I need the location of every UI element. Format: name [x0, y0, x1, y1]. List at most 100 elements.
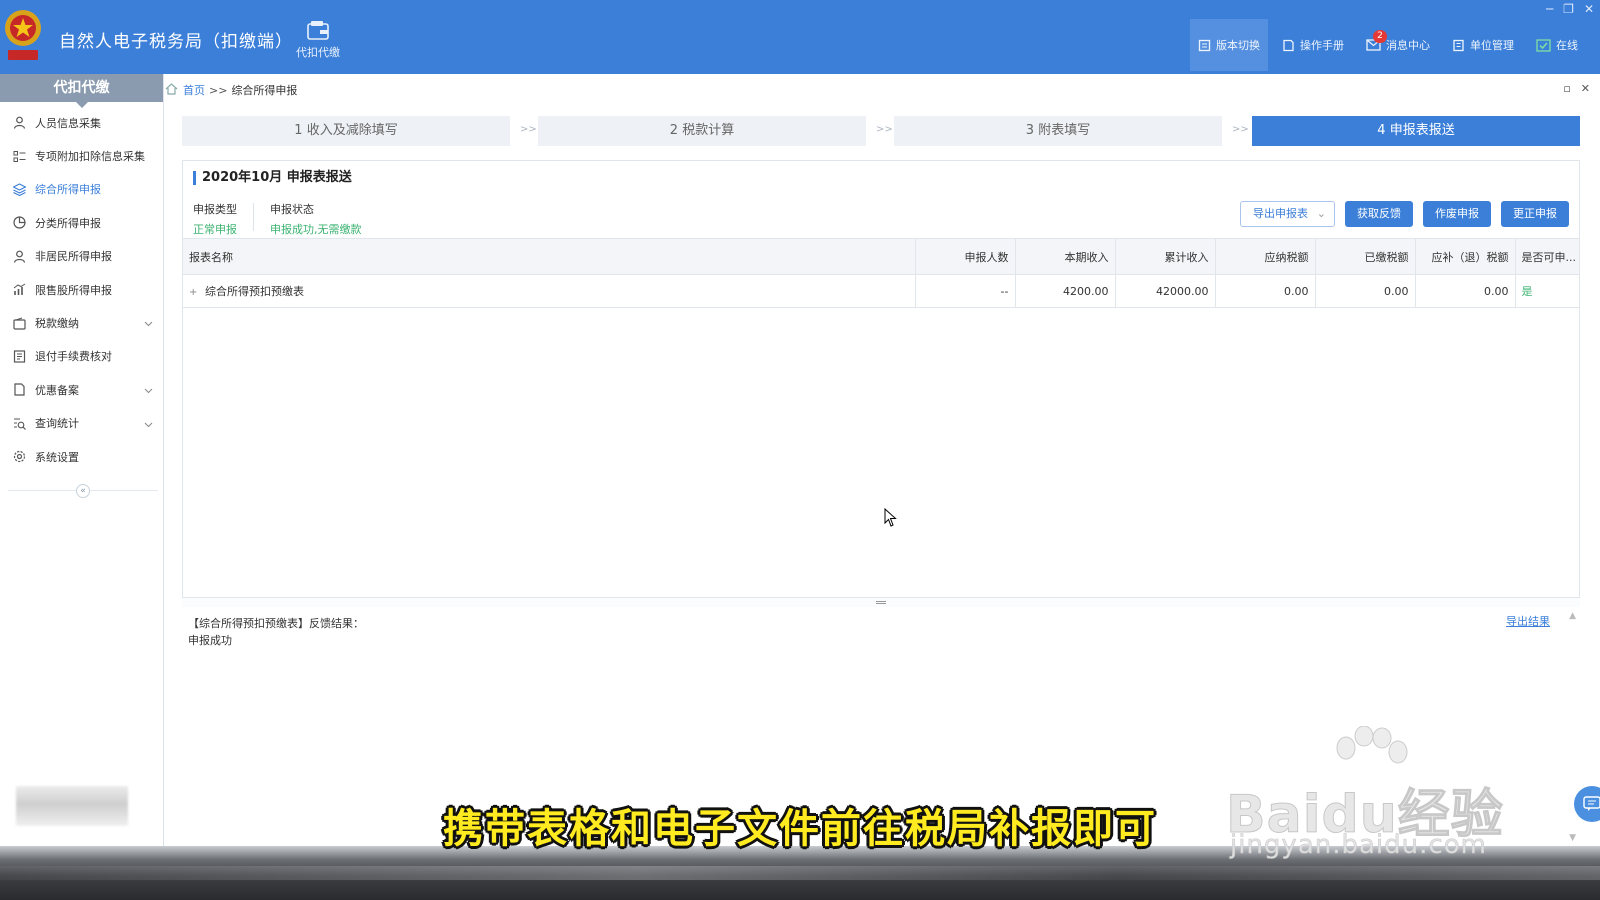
close-pane-icon[interactable]: ✕	[1581, 82, 1590, 95]
close-icon[interactable]: ✕	[1584, 2, 1594, 16]
void-declaration-button[interactable]: 作废申报	[1423, 201, 1491, 227]
sidebar-item-label: 退付手续费核对	[35, 350, 112, 364]
header-toolbar: 版本切换 操作手册 2 消息中心 单位管理 在线	[1184, 18, 1586, 72]
export-report-dropdown[interactable]: 导出申报表 ⌄	[1240, 201, 1335, 227]
step-wizard: 1 收入及减除填写 >> 2 税款计算 >> 3 附表填写 >> 4 申报表报送	[182, 116, 1580, 146]
sidebar-item-tax-payment[interactable]: 税款缴纳	[0, 306, 163, 339]
video-subtitle: 携带表格和电子文件前往税局补报即可	[443, 806, 1157, 852]
step-4[interactable]: 4 申报表报送	[1252, 116, 1580, 146]
breadcrumb-current: 综合所得申报	[231, 84, 298, 97]
app-header: 自然人电子税务局（扣缴端） 代扣代缴 ─ ❐ ✕ 版本切换 操作手册 2 消息中…	[0, 0, 1600, 74]
column-header[interactable]: 累计收入	[1115, 238, 1216, 275]
sidebar-item-label: 税款缴纳	[35, 317, 79, 331]
report-submission-panel: 2020年10月 申报表报送 申报类型 正常申报 申报状态 申报成功,无需缴款 …	[182, 160, 1580, 600]
sidebar-item-label: 优惠备案	[35, 383, 79, 397]
step-1[interactable]: 1 收入及减除填写	[182, 116, 510, 146]
declaration-type-value: 正常申报	[193, 223, 237, 236]
sidebar: 代扣代缴 人员信息采集 专项附加扣除信息采集 综合所得申报 分类所得申报 非居民…	[0, 74, 164, 846]
tool-online-status[interactable]: 在线	[1528, 19, 1586, 71]
pane-splitter[interactable]	[182, 597, 1580, 607]
mouse-cursor-icon	[884, 507, 898, 531]
declaration-status-value: 申报成功,无需缴款	[270, 223, 362, 236]
table-cell: --	[915, 274, 1016, 308]
home-icon[interactable]	[165, 82, 178, 98]
table-cell: 42000.00	[1115, 274, 1216, 308]
step-arrow: >>	[876, 124, 893, 135]
declaration-status-label: 申报状态	[270, 203, 314, 216]
maximize-pane-icon[interactable]: ▫	[1563, 82, 1570, 95]
declaration-status: 申报状态 申报成功,无需缴款	[270, 201, 362, 237]
wallet-icon	[12, 316, 26, 330]
report-name: 综合所得预扣预缴表	[205, 285, 304, 298]
chevron-down-icon	[144, 418, 153, 431]
sidebar-item-special-deduction[interactable]: 专项附加扣除信息采集	[0, 139, 163, 172]
correct-declaration-button[interactable]: 更正申报	[1501, 201, 1569, 227]
sidebar-item-restricted-shares[interactable]: 限售股所得申报	[0, 273, 163, 306]
sidebar-item-label: 分类所得申报	[35, 216, 101, 230]
building-icon	[1453, 39, 1464, 51]
feedback-result-text: 申报成功	[188, 634, 232, 647]
bar-chart-icon	[12, 283, 26, 297]
column-header[interactable]: 应纳税额	[1215, 238, 1316, 275]
sidebar-title: 代扣代缴	[0, 74, 163, 108]
online-check-icon	[1536, 38, 1551, 52]
page-title: 2020年10月 申报表报送	[193, 171, 352, 185]
column-header[interactable]: 是否可申...	[1515, 238, 1580, 275]
chevron-down-icon: ⌄	[1316, 207, 1326, 220]
tool-message-center[interactable]: 2 消息中心	[1358, 19, 1438, 71]
tax-emblem-logo	[2, 6, 44, 66]
column-header[interactable]: 本期收入	[1015, 238, 1116, 275]
column-header[interactable]: 已缴税额	[1315, 238, 1416, 275]
sidebar-item-personnel-info[interactable]: 人员信息采集	[0, 106, 163, 139]
report-table: 报表名称 申报人数 本期收入 累计收入 应纳税额 已缴税额 应补（退）税额 是否…	[183, 238, 1580, 308]
module-withholding-button[interactable]: 代扣代缴	[290, 18, 346, 68]
minimize-icon[interactable]: ─	[1546, 2, 1553, 16]
export-result-link[interactable]: 导出结果	[1506, 613, 1550, 629]
column-header[interactable]: 申报人数	[915, 238, 1016, 275]
collapse-sidebar-icon[interactable]: «	[76, 484, 90, 498]
splitter-grip-icon[interactable]	[876, 601, 886, 604]
sidebar-item-classified-income[interactable]: 分类所得申报	[0, 206, 163, 239]
restore-icon[interactable]: ❐	[1563, 2, 1574, 16]
window-controls: ─ ❐ ✕	[1546, 2, 1594, 16]
declaration-type-label: 申报类型	[193, 203, 237, 216]
step-3[interactable]: 3 附表填写	[894, 116, 1222, 146]
sidebar-item-query-statistics[interactable]: 查询统计	[0, 407, 163, 440]
expand-row-icon[interactable]: +	[189, 287, 199, 298]
feedback-result-heading: 【综合所得预扣预缴表】反馈结果：	[188, 617, 364, 630]
sidebar-item-refund-fee-check[interactable]: 退付手续费核对	[0, 340, 163, 373]
sidebar-item-nonresident-income[interactable]: 非居民所得申报	[0, 240, 163, 273]
search-list-icon	[12, 416, 26, 430]
tool-version-switch[interactable]: 版本切换	[1190, 19, 1268, 71]
chevron-down-icon	[144, 384, 153, 397]
person-icon	[12, 116, 26, 130]
sidebar-item-label: 人员信息采集	[35, 116, 101, 130]
pie-icon	[12, 216, 26, 230]
sidebar-item-label: 综合所得申报	[35, 183, 101, 197]
get-feedback-button[interactable]: 获取反馈	[1345, 201, 1413, 227]
step-arrow: >>	[1232, 124, 1249, 135]
scroll-up-icon[interactable]: ▲	[1569, 611, 1576, 621]
sidebar-item-comprehensive-income[interactable]: 综合所得申报	[0, 173, 163, 206]
sidebar-item-label: 专项附加扣除信息采集	[35, 150, 145, 164]
table-cell: 0.00	[1415, 274, 1516, 308]
tool-unit-management[interactable]: 单位管理	[1444, 19, 1522, 71]
tool-manual[interactable]: 操作手册	[1274, 19, 1352, 71]
step-2[interactable]: 2 税款计算	[538, 116, 866, 146]
table-row[interactable]: + 综合所得预扣预缴表 -- 4200.00 42000.00 0.00 0.00…	[183, 274, 1580, 308]
chevron-down-icon	[144, 317, 153, 330]
sidebar-item-preferential-filing[interactable]: 优惠备案	[0, 373, 163, 406]
person-outline-icon	[12, 249, 26, 263]
tool-label: 单位管理	[1470, 39, 1514, 52]
sidebar-item-label: 系统设置	[35, 450, 79, 464]
app-title: 自然人电子税务局（扣缴端）	[59, 32, 293, 52]
breadcrumb-home-link[interactable]: 首页	[183, 82, 205, 98]
sidebar-item-label: 非居民所得申报	[35, 250, 112, 264]
table-cell: 0.00	[1315, 274, 1416, 308]
sidebar-item-system-settings[interactable]: 系统设置	[0, 440, 163, 473]
file-icon	[12, 383, 26, 397]
column-header[interactable]: 应补（退）税额	[1415, 238, 1516, 275]
column-header[interactable]: 报表名称	[183, 238, 916, 275]
layers-icon	[12, 182, 26, 196]
version-icon	[1198, 39, 1211, 51]
